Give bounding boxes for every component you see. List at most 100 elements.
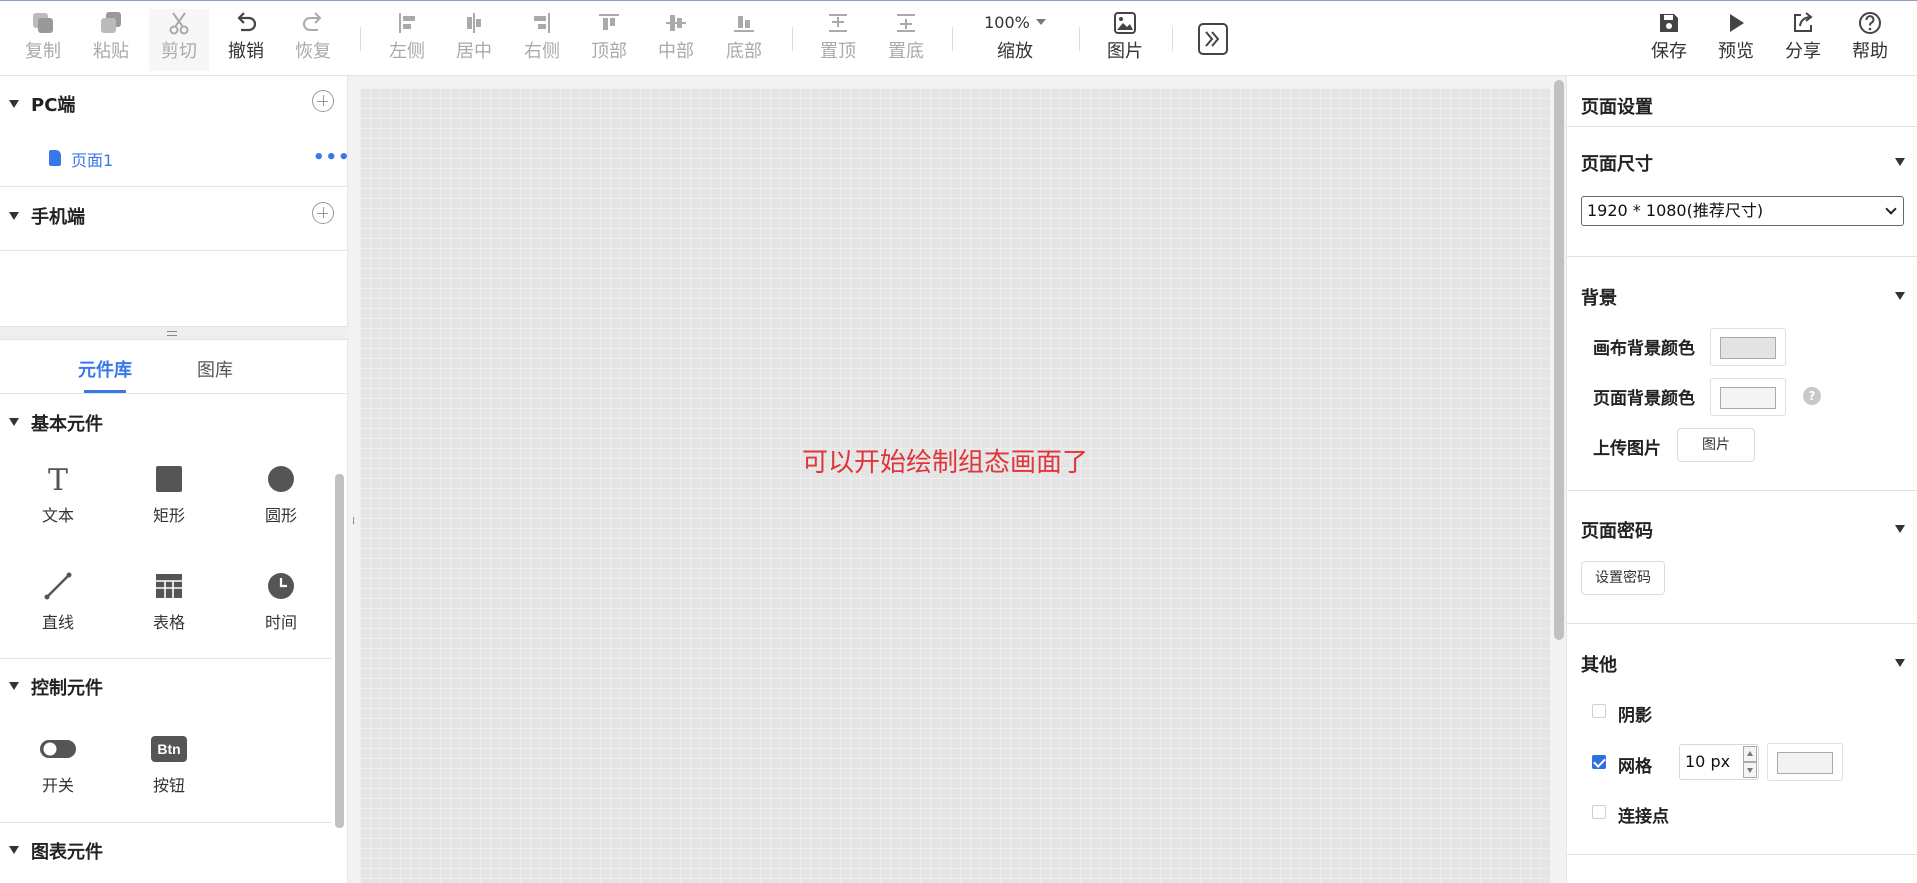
page-bg-color-picker[interactable]: [1710, 378, 1786, 416]
align-center-button[interactable]: 居中: [444, 9, 504, 71]
shadow-checkbox[interactable]: [1592, 704, 1606, 718]
align-bottom-button[interactable]: 底部: [714, 9, 774, 71]
mobile-pages-title: 手机端: [31, 207, 85, 228]
canvas-empty-message: 可以开始绘制组态画面了: [801, 448, 1088, 478]
help-circle-icon: [1859, 12, 1881, 34]
component-table[interactable]: 表格: [129, 571, 209, 641]
library-tabs: 元件库 图库: [0, 340, 348, 394]
component-time[interactable]: 时间: [241, 571, 321, 641]
page-list-item[interactable]: 页面1 •••: [0, 132, 351, 187]
button-icon: Btn: [151, 736, 187, 762]
expand-toolbar-button[interactable]: [1198, 23, 1228, 55]
grid-size-stepper[interactable]: 10 px: [1679, 744, 1759, 780]
redo-button[interactable]: 恢复: [283, 9, 343, 71]
preview-button[interactable]: 预览: [1706, 9, 1766, 71]
align-right-button[interactable]: 右侧: [512, 9, 572, 71]
align-top-button[interactable]: 顶部: [579, 9, 639, 71]
bring-to-front-button[interactable]: 置顶: [808, 9, 868, 71]
tab-gallery[interactable]: 图库: [197, 356, 233, 382]
help-button[interactable]: 帮助: [1840, 9, 1900, 71]
align-left-button[interactable]: 左侧: [377, 9, 437, 71]
align-top-icon: [599, 14, 619, 30]
upload-image-button[interactable]: 图片: [1677, 428, 1755, 462]
tab-component-library[interactable]: 元件库: [78, 356, 132, 382]
send-to-back-label: 置底: [888, 41, 924, 62]
toolbar-separator: [1172, 27, 1173, 51]
component-switch[interactable]: 开关: [18, 734, 98, 804]
grid-checkbox[interactable]: [1592, 755, 1606, 769]
share-icon: [1794, 12, 1813, 32]
add-mobile-page-icon[interactable]: [312, 202, 334, 224]
panel-title: 页面设置: [1581, 97, 1653, 118]
double-chevron-right-icon: [1205, 31, 1220, 47]
page-size-section-title[interactable]: 页面尺寸: [1581, 150, 1653, 176]
grid-color-picker[interactable]: [1767, 743, 1843, 781]
undo-label: 撤销: [228, 41, 264, 62]
other-section-title[interactable]: 其他: [1581, 651, 1617, 677]
paste-button[interactable]: 粘贴: [81, 9, 141, 71]
component-button[interactable]: Btn 按钮: [129, 734, 209, 804]
image-icon: [1114, 12, 1136, 34]
caret-down-icon[interactable]: [1895, 525, 1905, 533]
zoom-dropdown[interactable]: 100% 缩放: [975, 9, 1055, 71]
drawing-canvas[interactable]: 可以开始绘制组态画面了: [360, 88, 1550, 883]
cut-label: 剪切: [161, 41, 197, 62]
undo-button[interactable]: 撤销: [216, 9, 276, 71]
library-scrollbar[interactable]: [335, 474, 344, 828]
connection-points-checkbox[interactable]: [1592, 805, 1606, 819]
grid-label: 网格: [1618, 757, 1652, 777]
more-options-icon[interactable]: •••: [313, 147, 351, 168]
left-panel: PC端 页面1 ••• 手机端 元件库 图库 基本元件 T 文本 矩形 圆形 直…: [0, 76, 351, 883]
component-circle[interactable]: 圆形: [241, 464, 321, 534]
stepper-down-icon[interactable]: [1743, 762, 1757, 778]
caret-down-icon[interactable]: [1895, 659, 1905, 667]
share-button[interactable]: 分享: [1773, 9, 1833, 71]
page-settings-panel: 页面设置 页面尺寸 1920 * 1080(推荐尺寸) 背景 画布背景颜色 页面…: [1566, 76, 1917, 883]
paste-label: 粘贴: [93, 41, 129, 62]
align-right-label: 右侧: [524, 41, 560, 62]
set-password-button[interactable]: 设置密码: [1581, 561, 1665, 595]
copy-button[interactable]: 复制: [13, 9, 73, 71]
bring-to-front-icon: [829, 14, 847, 32]
send-to-back-button[interactable]: 置底: [876, 9, 936, 71]
add-pc-page-icon[interactable]: [312, 90, 334, 112]
shadow-label: 阴影: [1618, 706, 1652, 726]
caret-down-icon[interactable]: [1895, 158, 1905, 166]
component-label: 表格: [152, 613, 185, 632]
pc-pages-header[interactable]: PC端: [0, 76, 348, 132]
component-text[interactable]: T 文本: [18, 464, 98, 534]
text-icon: T: [48, 464, 68, 494]
panel-collapse-handle[interactable]: ⁞: [352, 516, 355, 527]
align-center-label: 居中: [456, 41, 492, 62]
caret-down-icon[interactable]: [1895, 292, 1905, 300]
mobile-pages-header[interactable]: 手机端: [0, 188, 348, 251]
page-password-section-title[interactable]: 页面密码: [1581, 517, 1653, 543]
rectangle-icon: [156, 466, 182, 492]
grid-size-value: 10 px: [1685, 752, 1731, 771]
canvas-scrollbar[interactable]: [1554, 80, 1564, 640]
help-icon[interactable]: ?: [1803, 387, 1821, 405]
chart-components-header[interactable]: 图表元件: [0, 830, 332, 870]
image-button[interactable]: 图片: [1095, 9, 1155, 71]
canvas-bg-color-picker[interactable]: [1710, 328, 1786, 366]
background-section-title[interactable]: 背景: [1581, 284, 1617, 310]
align-middle-button[interactable]: 中部: [646, 9, 706, 71]
toolbar: 复制 粘贴 剪切 撤销 恢复 左侧 居中 右侧 顶部 中部 底部 置顶 置底 1…: [0, 0, 1917, 76]
send-to-back-icon: [897, 14, 915, 32]
toolbar-separator: [360, 27, 361, 51]
page-bg-color-label: 页面背景颜色: [1593, 389, 1695, 409]
circle-icon: [268, 466, 294, 492]
preview-label: 预览: [1718, 41, 1754, 62]
component-line[interactable]: 直线: [18, 571, 98, 641]
save-button[interactable]: 保存: [1639, 9, 1699, 71]
page-size-select[interactable]: 1920 * 1080(推荐尺寸): [1581, 196, 1904, 226]
caret-down-icon: [9, 682, 19, 690]
align-bottom-label: 底部: [726, 41, 762, 62]
grip-icon: [167, 331, 177, 336]
cut-button[interactable]: 剪切: [149, 9, 209, 71]
component-rectangle[interactable]: 矩形: [129, 464, 209, 534]
basic-components-header[interactable]: 基本元件: [0, 402, 332, 442]
panel-resize-handle[interactable]: [0, 326, 348, 340]
control-components-header[interactable]: 控制元件: [0, 666, 332, 706]
stepper-up-icon[interactable]: [1743, 746, 1757, 762]
